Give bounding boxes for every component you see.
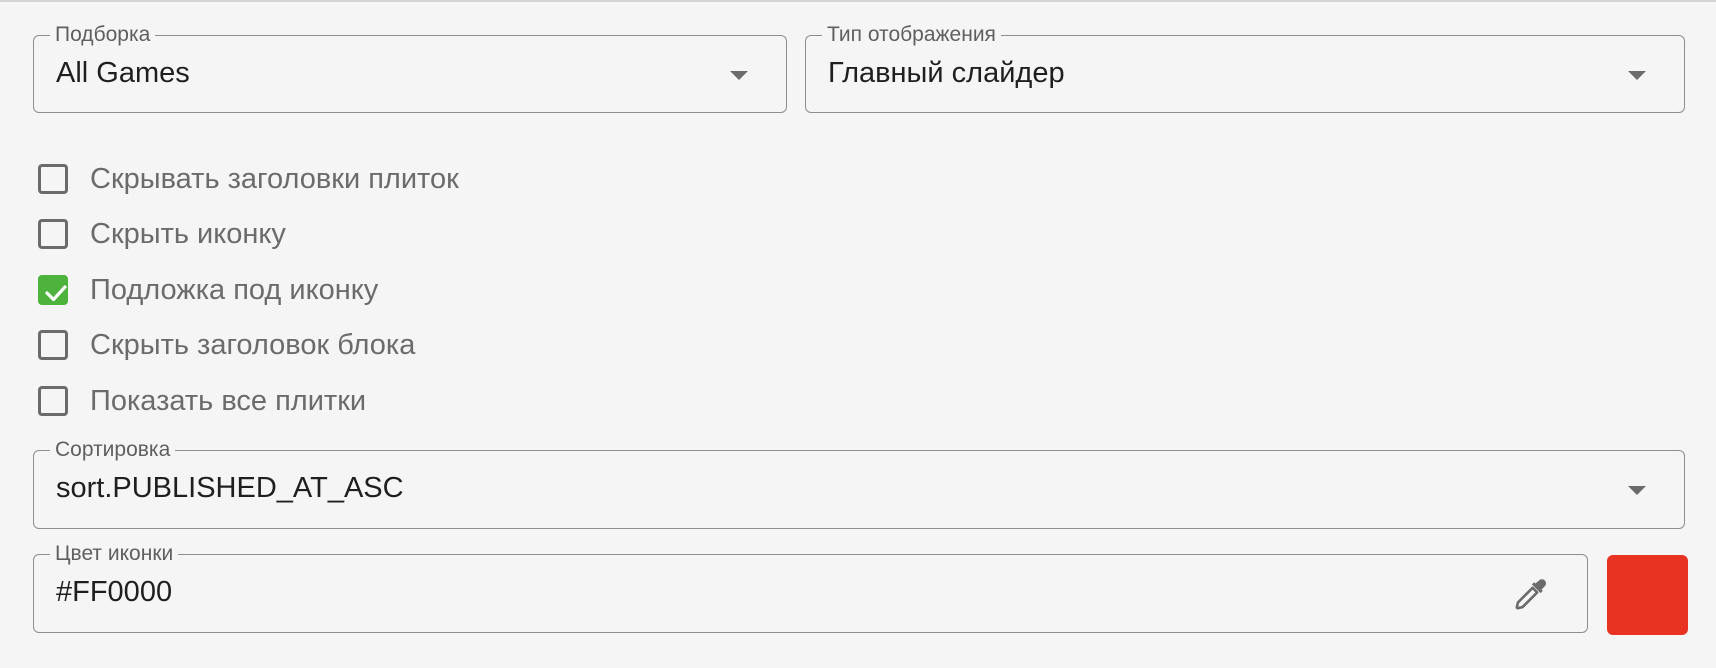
checkbox-control[interactable]: [38, 164, 68, 194]
sorting-label: Сортировка: [50, 438, 176, 462]
checkbox-hide-block-title[interactable]: Скрыть заголовок блока: [38, 327, 415, 363]
display-type-label: Тип отображения: [822, 23, 1001, 47]
checkmark-icon: [45, 285, 67, 302]
icon-color-value: #FF0000: [56, 576, 173, 608]
sorting-value: sort.PUBLISHED_AT_ASC: [56, 472, 404, 504]
icon-color-label: Цвет иконки: [50, 542, 179, 566]
eyedropper-icon[interactable]: [1510, 575, 1550, 615]
icon-color-input[interactable]: Цвет иконки #FF0000: [33, 542, 1588, 633]
chevron-down-icon[interactable]: [1628, 486, 1646, 495]
top-divider: [0, 0, 1716, 2]
checkbox-icon-background[interactable]: Подложка под иконку: [38, 272, 378, 308]
checkbox-label: Скрывать заголовки плиток: [90, 162, 459, 195]
chevron-down-icon[interactable]: [730, 71, 748, 80]
checkbox-hide-icon[interactable]: Скрыть иконку: [38, 216, 286, 252]
checkbox-show-all-tiles[interactable]: Показать все плитки: [38, 383, 366, 419]
checkbox-control[interactable]: [38, 275, 68, 305]
checkbox-hide-tile-titles[interactable]: Скрывать заголовки плиток: [38, 161, 459, 197]
checkbox-label: Подложка под иконку: [90, 273, 379, 306]
sorting-select[interactable]: Сортировка sort.PUBLISHED_AT_ASC: [33, 438, 1685, 529]
icon-color-swatch[interactable]: [1607, 555, 1688, 635]
checkbox-control[interactable]: [38, 330, 68, 360]
chevron-down-icon[interactable]: [1628, 71, 1646, 80]
checkbox-label: Скрыть заголовок блока: [90, 328, 416, 361]
checkbox-control[interactable]: [38, 219, 68, 249]
checkbox-label: Показать все плитки: [90, 384, 367, 417]
display-type-select[interactable]: Тип отображения Главный слайдер: [805, 23, 1685, 113]
display-type-value: Главный слайдер: [828, 57, 1065, 89]
collection-select[interactable]: Подборка All Games: [33, 23, 787, 113]
checkbox-label: Скрыть иконку: [90, 217, 286, 250]
checkbox-control[interactable]: [38, 386, 68, 416]
collection-value: All Games: [56, 57, 190, 89]
collection-label: Подборка: [50, 23, 156, 47]
